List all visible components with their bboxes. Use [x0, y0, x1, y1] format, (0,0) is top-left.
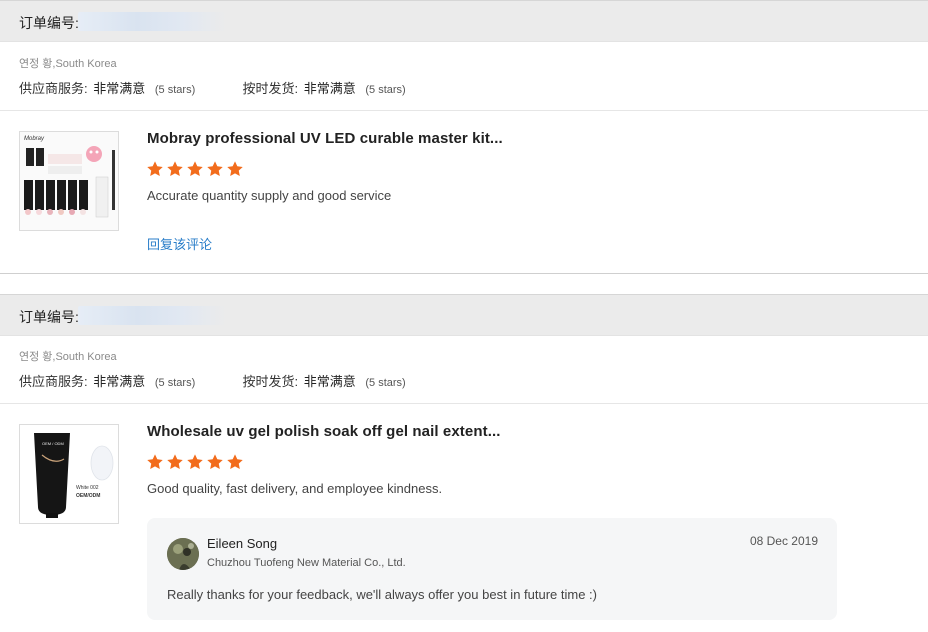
on-time-value: 非常满意 — [303, 374, 356, 389]
product-title-link[interactable]: Wholesale uv gel polish soak off gel nai… — [147, 423, 501, 440]
supplier-service-note: (5 stars) — [154, 377, 196, 389]
section-divider — [0, 273, 928, 274]
order-number-label: 订单编号: — [19, 309, 79, 325]
reply-to-review-link[interactable]: 回复该评论 — [147, 234, 212, 253]
star-icon — [207, 161, 223, 176]
order-number-label: 订单编号: — [19, 15, 79, 31]
star-icon — [227, 454, 243, 469]
star-icon — [167, 454, 183, 469]
supplier-service-value: 非常满意 — [93, 374, 146, 389]
on-time-label: 按时发货: — [242, 374, 299, 389]
seller-name: Eileen Song — [207, 536, 278, 551]
order-number-masked — [78, 12, 226, 31]
svg-text:White 002: White 002 — [76, 485, 99, 491]
review-text: Accurate quantity supply and good servic… — [147, 188, 392, 203]
seller-company: Chuzhou Tuofeng New Material Co., Ltd. — [207, 557, 406, 569]
svg-text:OEM/ODM: OEM/ODM — [76, 493, 100, 499]
on-time-note: (5 stars) — [365, 377, 406, 389]
divider — [0, 110, 928, 111]
star-icon — [187, 454, 203, 469]
star-icon — [207, 454, 223, 469]
divider — [0, 403, 928, 404]
reply-date: 08 Dec 2019 — [749, 534, 818, 548]
star-icon — [187, 161, 203, 176]
star-icon — [167, 161, 183, 176]
order-number-masked — [78, 306, 226, 325]
on-time-value: 非常满意 — [303, 81, 356, 96]
supplier-service-note: (5 stars) — [154, 84, 196, 96]
on-time-label: 按时发货: — [242, 81, 299, 96]
seller-reply-message: Really thanks for your feedback, we'll a… — [167, 587, 597, 602]
order-header: 订单编号: — [0, 294, 928, 336]
buyer-info: 연정 황,South Korea — [19, 351, 117, 363]
star-icon — [227, 161, 243, 176]
star-icon — [147, 161, 163, 176]
product-title-link[interactable]: Mobray professional UV LED curable maste… — [147, 130, 503, 147]
seller-reply-box: Eileen Song Chuzhou Tuofeng New Material… — [147, 518, 837, 620]
supplier-ratings: 供应商服务: 非常满意 (5 stars) 按时发货: 非常满意 (5 star… — [19, 371, 406, 390]
on-time-note: (5 stars) — [365, 84, 406, 96]
product-thumbnail[interactable]: OEM / ODM White 002 OEM/ODM — [19, 424, 119, 524]
product-thumbnail[interactable]: Mobray — [19, 131, 119, 231]
buyer-info: 연정 황,South Korea — [19, 58, 117, 70]
supplier-service-label: 供应商服务: — [19, 81, 88, 96]
star-icon — [147, 454, 163, 469]
product-brand-logo: Mobray — [24, 136, 45, 142]
supplier-service-label: 供应商服务: — [19, 374, 88, 389]
rating-stars — [146, 453, 244, 473]
rating-stars — [146, 160, 244, 180]
order-header: 订单编号: — [0, 0, 928, 42]
product-brand-logo: OEM / ODM — [42, 441, 64, 446]
supplier-ratings: 供应商服务: 非常满意 (5 stars) 按时发货: 非常满意 (5 star… — [19, 78, 406, 97]
supplier-service-value: 非常满意 — [93, 81, 146, 96]
review-text: Good quality, fast delivery, and employe… — [147, 481, 443, 496]
avatar — [167, 538, 199, 570]
